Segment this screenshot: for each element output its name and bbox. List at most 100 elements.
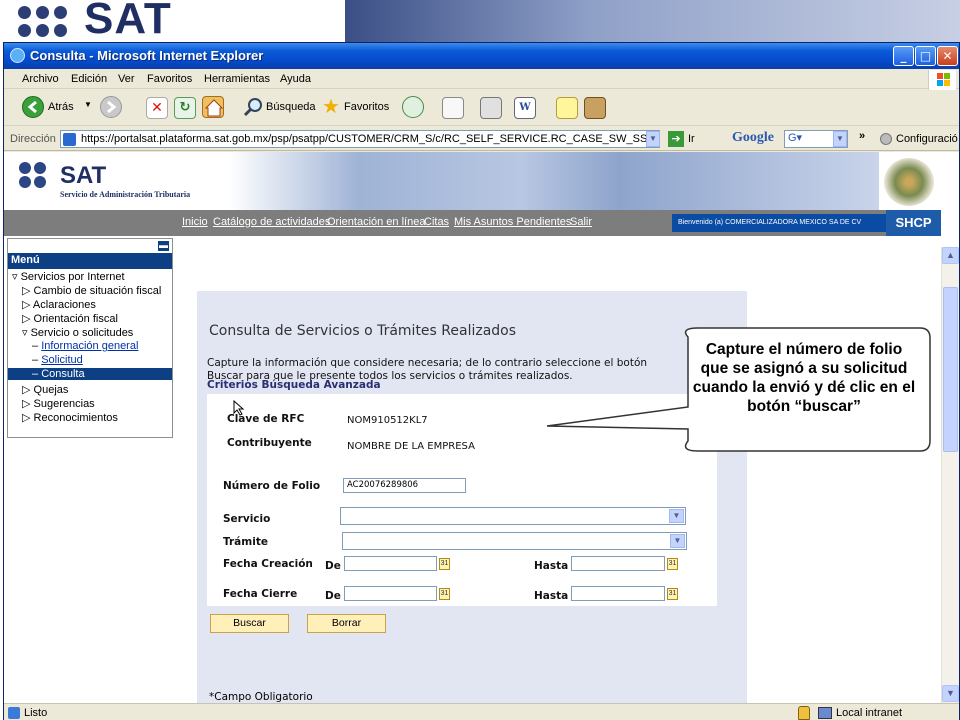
chevron-down-icon[interactable]: ▼ xyxy=(669,509,684,523)
menu-item-label: Aclaraciones xyxy=(32,299,96,311)
menu-item-cambio-situacion[interactable]: ▷ Cambio de situación fiscal xyxy=(22,284,161,297)
mouse-cursor-icon xyxy=(233,400,245,416)
minimize-button[interactable]: _ xyxy=(893,46,914,66)
folio-input[interactable]: AC20076289806 xyxy=(343,478,466,493)
menu-item-servicio-solicitudes[interactable]: ▿ Servicio o solicitudes xyxy=(22,326,133,339)
scroll-thumb[interactable] xyxy=(943,287,958,452)
contrib-value: NOMBRE DE LA EMPRESA xyxy=(347,441,475,452)
calendar-icon[interactable]: 31 xyxy=(439,558,450,570)
shcp-logo: SHCP xyxy=(886,210,941,236)
menu-item-reconocimientos[interactable]: ▷ Reconocimientos xyxy=(22,411,118,424)
required-note: *Campo Obligatorio xyxy=(209,691,313,703)
maximize-button[interactable]: □ xyxy=(915,46,936,66)
nav-asuntos[interactable]: Mis Asuntos Pendientes xyxy=(454,216,571,228)
menu-ayuda[interactable]: Ayuda xyxy=(280,73,311,85)
menu-item-label: Información general xyxy=(41,340,139,352)
toolbar-more-icon[interactable]: » xyxy=(859,130,865,142)
back-button[interactable]: Atrás xyxy=(48,101,74,113)
nav-salir[interactable]: Salir xyxy=(570,216,592,228)
creacion-to-input[interactable] xyxy=(571,556,665,571)
servicio-select[interactable]: ▼ xyxy=(340,507,686,525)
page-icon xyxy=(63,133,76,146)
cierre-to-input[interactable] xyxy=(571,586,665,601)
menu-item-orientacion-fiscal[interactable]: ▷ Orientación fiscal xyxy=(22,312,118,325)
menu-ver[interactable]: Ver xyxy=(118,73,135,85)
clear-button[interactable]: Borrar xyxy=(307,614,386,633)
tramite-label: Trámite xyxy=(223,536,268,548)
forward-icon[interactable] xyxy=(100,96,122,118)
menu-item-sugerencias[interactable]: ▷ Sugerencias xyxy=(22,397,95,410)
menu-favoritos[interactable]: Favoritos xyxy=(147,73,192,85)
menu-herramientas[interactable]: Herramientas xyxy=(204,73,270,85)
menu-item-quejas[interactable]: ▷ Quejas xyxy=(22,383,68,396)
calendar-icon[interactable]: 31 xyxy=(439,588,450,600)
discuss-icon[interactable] xyxy=(556,97,578,119)
search-button[interactable]: Buscar xyxy=(210,614,289,633)
nav-citas[interactable]: Citas xyxy=(424,216,449,228)
menu-item-informacion-general[interactable]: – Información general xyxy=(32,340,138,352)
nav-inicio[interactable]: Inicio xyxy=(182,216,208,228)
mail-icon[interactable] xyxy=(442,97,464,119)
chevron-down-icon[interactable]: ▼ xyxy=(670,534,685,548)
mexico-seal-icon xyxy=(884,158,934,206)
nav-orientacion[interactable]: Orientación en línea xyxy=(327,216,425,228)
slide-logo-text: SAT xyxy=(84,0,172,43)
stop-icon[interactable]: ✕ xyxy=(146,97,168,119)
refresh-icon[interactable]: ↻ xyxy=(174,97,196,119)
scroll-down-icon[interactable]: ▼ xyxy=(942,685,959,702)
settings-icon xyxy=(880,133,892,145)
address-input[interactable]: https://portalsat.plataforma.sat.gob.mx/… xyxy=(60,130,660,148)
menu-edicion[interactable]: Edición xyxy=(71,73,107,85)
creacion-from-input[interactable] xyxy=(344,556,437,571)
expanded-icon: ▿ xyxy=(22,327,28,339)
search-icon[interactable] xyxy=(242,96,264,118)
sat-logo-dot xyxy=(19,162,31,174)
sat-logo-dot xyxy=(18,24,31,37)
cierre-from-input[interactable] xyxy=(344,586,437,601)
page-scrollbar[interactable]: ▲ ▼ xyxy=(941,247,959,703)
close-button[interactable]: ✕ xyxy=(937,46,958,66)
favorites-icon[interactable]: ★ xyxy=(320,96,342,118)
calendar-icon[interactable]: 31 xyxy=(667,588,678,600)
scroll-up-icon[interactable]: ▲ xyxy=(942,247,959,264)
menu-item-solicitud[interactable]: – Solicitud xyxy=(32,354,83,366)
edit-word-icon[interactable]: W xyxy=(514,97,536,119)
config-button[interactable]: Configuració xyxy=(896,133,958,145)
menu-item-label: Sugerencias xyxy=(33,398,95,410)
sat-logo-dot xyxy=(19,176,31,188)
back-dropdown-icon[interactable]: ▼ xyxy=(84,100,92,109)
criteria-title: Criterios Búsqueda Avanzada xyxy=(207,379,381,391)
print-icon[interactable] xyxy=(480,97,502,119)
menu-item-label: Quejas xyxy=(33,384,69,396)
menu-item-aclaraciones[interactable]: ▷ Aclaraciones xyxy=(22,298,96,311)
address-dropdown-icon[interactable]: ▼ xyxy=(646,131,660,147)
menu-collapse-icon[interactable]: ▬ xyxy=(158,241,169,251)
folio-label: Número de Folio xyxy=(223,480,321,492)
menu-header: Menú xyxy=(8,253,172,269)
dash-icon: – xyxy=(32,368,39,380)
welcome-message: Bienvenido (a) COMERCIALIZADORA MEXICO S… xyxy=(672,214,886,232)
history-icon[interactable] xyxy=(402,96,424,118)
nav-catalogo[interactable]: Catálogo de actividades xyxy=(213,216,330,228)
home-icon[interactable] xyxy=(202,96,224,118)
rfc-value: NOM910512KL7 xyxy=(347,415,428,426)
fecha-cierre-label: Fecha Cierre xyxy=(223,588,298,600)
calendar-icon[interactable]: 31 xyxy=(667,558,678,570)
back-icon[interactable] xyxy=(22,96,44,118)
cierre-de-label: De xyxy=(325,590,341,602)
sat-logo-dot xyxy=(54,24,67,37)
menu-item-servicios-internet[interactable]: ▿ Servicios por Internet xyxy=(12,270,125,283)
menu-archivo[interactable]: Archivo xyxy=(22,73,59,85)
dash-icon: – xyxy=(32,354,39,366)
title-bar[interactable]: Consulta - Microsoft Internet Explorer _… xyxy=(4,43,959,69)
search-button[interactable]: Búsqueda xyxy=(266,101,316,113)
menu-item-consulta[interactable]: – Consulta xyxy=(8,368,172,380)
go-icon[interactable]: ➔ xyxy=(668,131,684,147)
research-icon[interactable] xyxy=(584,97,606,119)
tramite-select[interactable]: ▼ xyxy=(342,532,687,550)
google-dropdown-icon[interactable]: ▼ xyxy=(833,131,847,147)
favorites-button[interactable]: Favoritos xyxy=(344,101,389,113)
toolbar: Atrás ▼ ✕ ↻ Búsqueda ★ Favoritos W xyxy=(4,90,959,126)
go-button[interactable]: Ir xyxy=(688,133,695,145)
sat-logo-dot xyxy=(18,6,31,19)
